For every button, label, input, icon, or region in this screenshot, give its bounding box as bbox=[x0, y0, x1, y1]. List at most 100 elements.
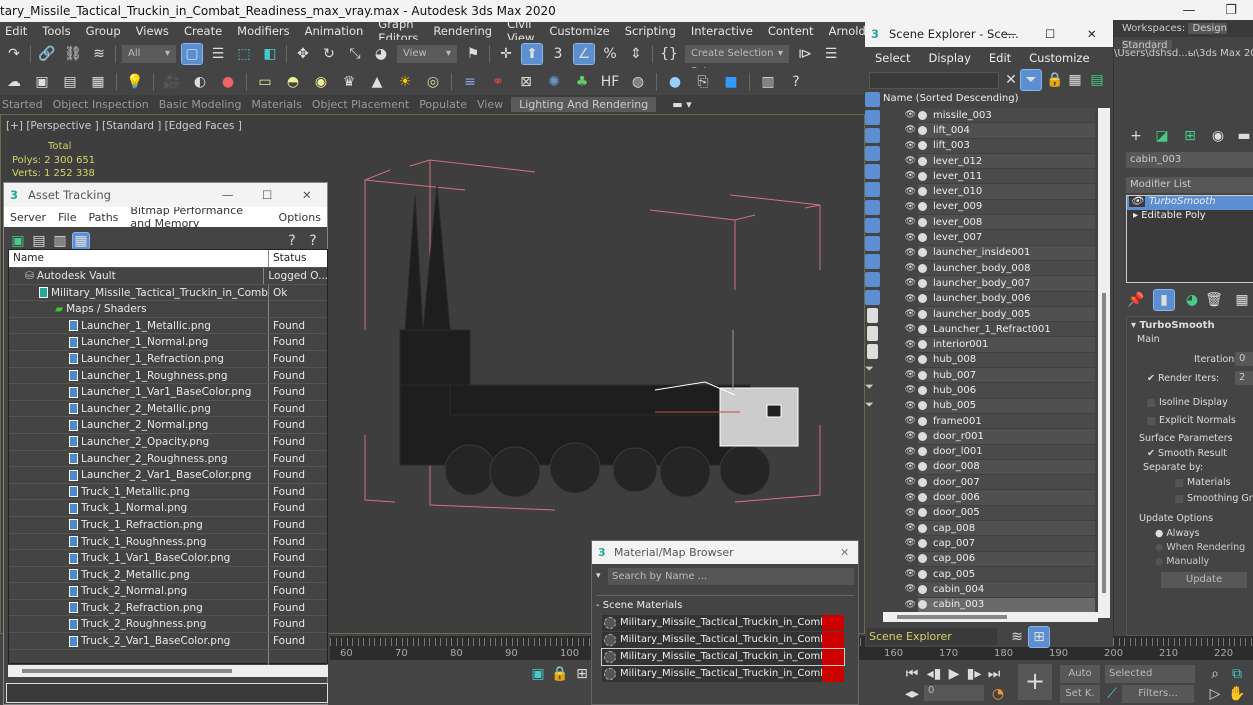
column-header-name[interactable]: Name bbox=[9, 250, 269, 267]
scene-object-row[interactable]: 👁 lift_004 bbox=[905, 123, 1095, 139]
table-row[interactable]: Military_Missile_Tactical_Truckin_in_Com… bbox=[9, 284, 327, 302]
filter-selection-icon[interactable]: ⏷ bbox=[865, 362, 880, 377]
menu-interactive[interactable]: Interactive bbox=[686, 24, 763, 38]
scene-object-row[interactable]: 👁 frame001 bbox=[905, 413, 1095, 430]
filters-button[interactable]: Filters... bbox=[1122, 685, 1194, 703]
visibility-eye-icon[interactable]: 👁 bbox=[888, 171, 918, 181]
thumbnail-view-icon[interactable]: ▥ bbox=[52, 233, 68, 249]
modify-tab-icon[interactable]: ◪ bbox=[1152, 126, 1172, 146]
ribbon-tab-materials[interactable]: Materials bbox=[249, 98, 309, 111]
asset-tracking-titlebar[interactable]: 3 Asset Tracking — ☐ ✕ bbox=[4, 183, 327, 207]
scrollbar-thumb[interactable] bbox=[897, 615, 1007, 619]
freeze-toggle-icon[interactable] bbox=[918, 248, 927, 258]
motion-tab-icon[interactable]: ◉ bbox=[1208, 126, 1228, 146]
visibility-eye-icon[interactable]: 👁 bbox=[888, 156, 918, 166]
help-icon[interactable]: ? bbox=[786, 72, 806, 92]
freeze-toggle-icon[interactable] bbox=[918, 493, 927, 503]
visibility-eye-icon[interactable]: 👁 bbox=[888, 477, 918, 487]
table-row[interactable]: Launcher_2_Roughness.png Found bbox=[9, 450, 327, 468]
unlink-icon[interactable]: ⛓ bbox=[63, 44, 83, 64]
visibility-eye-icon[interactable]: 👁 bbox=[888, 233, 918, 243]
object-name-field[interactable]: cabin_003 bbox=[1126, 152, 1253, 168]
freeze-toggle-icon[interactable] bbox=[918, 202, 927, 212]
grass-icon[interactable]: ♣ bbox=[572, 72, 592, 92]
show-end-result-icon[interactable]: ▮ bbox=[1153, 289, 1175, 311]
freeze-toggle-icon[interactable] bbox=[918, 187, 927, 197]
render-setup-icon[interactable]: ▤ bbox=[60, 72, 80, 92]
select-manipulate-icon[interactable]: ✛ bbox=[496, 44, 516, 64]
freeze-toggle-icon[interactable] bbox=[918, 171, 927, 181]
placement-icon[interactable]: ◕ bbox=[371, 44, 391, 64]
scene-object-row[interactable]: 👁 cap_006 bbox=[905, 551, 1095, 567]
pin-stack-icon[interactable]: 📌 bbox=[1126, 290, 1146, 310]
freeze-toggle-icon[interactable] bbox=[918, 156, 927, 166]
freeze-toggle-icon[interactable] bbox=[918, 309, 927, 319]
remove-modifier-icon[interactable]: 🗑 bbox=[1204, 290, 1224, 310]
scene-object-row[interactable]: 👁 lever_009 bbox=[905, 199, 1095, 216]
scene-object-row[interactable]: 👁 lever_010 bbox=[905, 184, 1095, 200]
rollout-title[interactable]: ▾ TurboSmooth bbox=[1131, 320, 1215, 331]
angle-snap-icon[interactable]: ∠ bbox=[573, 43, 595, 65]
spinner-snap-icon[interactable]: ⇕ bbox=[626, 44, 646, 64]
fur-icon[interactable]: ≡ bbox=[460, 72, 480, 92]
frame-buffer-icon[interactable]: ▥ bbox=[758, 72, 778, 92]
scrollbar-thumb[interactable] bbox=[1102, 293, 1106, 593]
visibility-eye-icon[interactable]: 👁 bbox=[888, 523, 918, 533]
eye-icon[interactable]: 👁 bbox=[1129, 196, 1145, 207]
plane-light-icon[interactable]: ▭ bbox=[255, 72, 275, 92]
light-lister-icon[interactable]: 💡 bbox=[125, 72, 145, 92]
menu-content[interactable]: Content bbox=[763, 24, 824, 38]
time-config-icon[interactable]: ◔ bbox=[988, 684, 1008, 704]
freeze-toggle-icon[interactable] bbox=[918, 416, 927, 426]
ribbon-tab-populate[interactable]: Populate bbox=[417, 98, 475, 111]
visibility-eye-icon[interactable]: 👁 bbox=[888, 202, 918, 212]
freeze-toggle-icon[interactable] bbox=[918, 385, 927, 395]
visibility-eye-icon[interactable]: 👁 bbox=[888, 217, 918, 227]
freeze-toggle-icon[interactable] bbox=[918, 523, 927, 533]
prev-frame-icon[interactable]: ◂▮ bbox=[924, 664, 944, 684]
radio-always[interactable]: ● Always bbox=[1155, 528, 1200, 539]
auto-key-button[interactable]: Auto bbox=[1060, 665, 1100, 683]
table-row[interactable]: Launcher_1_Roughness.png Found bbox=[9, 367, 327, 385]
invert-display-icon[interactable] bbox=[867, 344, 878, 359]
table-row[interactable]: Truck_1_Roughness.png Found bbox=[9, 533, 327, 551]
table-row[interactable]: Truck_2_Roughness.png Found bbox=[9, 616, 327, 634]
visibility-eye-icon[interactable]: 👁 bbox=[888, 187, 918, 197]
ribbon-options-icon[interactable]: ▬ ▾ bbox=[670, 98, 699, 111]
table-row[interactable]: Launcher_1_Metallic.png Found bbox=[9, 317, 327, 335]
scene-object-row[interactable]: 👁 interior001 bbox=[905, 337, 1095, 353]
project-path[interactable]: \Users\dshsd...ы\3ds Max 2020 bbox=[1114, 45, 1253, 62]
scene-object-row[interactable]: 👁 cap_007 bbox=[905, 536, 1095, 552]
ribbon-tab-lighting-and-rendering[interactable]: Lighting And Rendering bbox=[511, 97, 657, 112]
scale-icon[interactable]: ⤡ bbox=[345, 44, 365, 64]
scene-object-row[interactable]: 👁 door_r001 bbox=[905, 429, 1095, 445]
table-row[interactable]: Truck_1_Var1_BaseColor.png Found bbox=[9, 550, 327, 567]
lock-icon[interactable]: 🔒 bbox=[1045, 70, 1065, 90]
move-icon[interactable]: ✥ bbox=[293, 44, 313, 64]
key-tangent-icon[interactable]: ⟋ bbox=[1102, 684, 1122, 704]
minimize-button[interactable]: — bbox=[222, 183, 234, 207]
isolate-selection-icon[interactable]: ▣ bbox=[528, 664, 548, 684]
menu-animation[interactable]: Animation bbox=[300, 24, 374, 38]
asset-path-field[interactable] bbox=[6, 683, 328, 703]
scene-object-row[interactable]: 👁 cap_005 bbox=[905, 566, 1095, 583]
scene-object-row[interactable]: 👁 door_l001 bbox=[905, 444, 1095, 460]
help-icon[interactable]: ? bbox=[284, 233, 300, 249]
table-row[interactable]: Truck_2_Metallic.png Found bbox=[9, 566, 327, 584]
freeze-toggle-icon[interactable] bbox=[918, 355, 927, 365]
scene-explorer-titlebar[interactable]: 3 Scene Explorer - Sce... — ☐ ✕ bbox=[865, 22, 1113, 47]
sphere-light-icon[interactable]: ◉ bbox=[311, 72, 331, 92]
smooth-result-checkbox[interactable]: ✔ Smooth Result bbox=[1147, 448, 1227, 459]
radio-when-rendering[interactable]: ● When Rendering bbox=[1155, 542, 1245, 553]
create-tab-icon[interactable]: + bbox=[1126, 126, 1146, 146]
table-row[interactable]: Launcher_2_Metallic.png Found bbox=[9, 400, 327, 418]
configure-modifier-sets-icon[interactable]: ▦ bbox=[1232, 290, 1252, 310]
camera-icon[interactable]: 🎥 bbox=[162, 72, 182, 92]
pan-icon[interactable]: ✋ bbox=[1227, 684, 1247, 704]
visibility-eye-icon[interactable]: 👁 bbox=[888, 141, 918, 151]
visibility-eye-icon[interactable]: 👁 bbox=[888, 401, 918, 411]
keyboard-shortcut-override-icon[interactable]: ⬆ bbox=[521, 43, 543, 65]
menu-modifiers[interactable]: Modifiers bbox=[232, 24, 300, 38]
explicit-normals-checkbox[interactable]: Explicit Normals bbox=[1147, 415, 1236, 426]
mirror-icon[interactable]: ⧐ bbox=[795, 44, 815, 64]
